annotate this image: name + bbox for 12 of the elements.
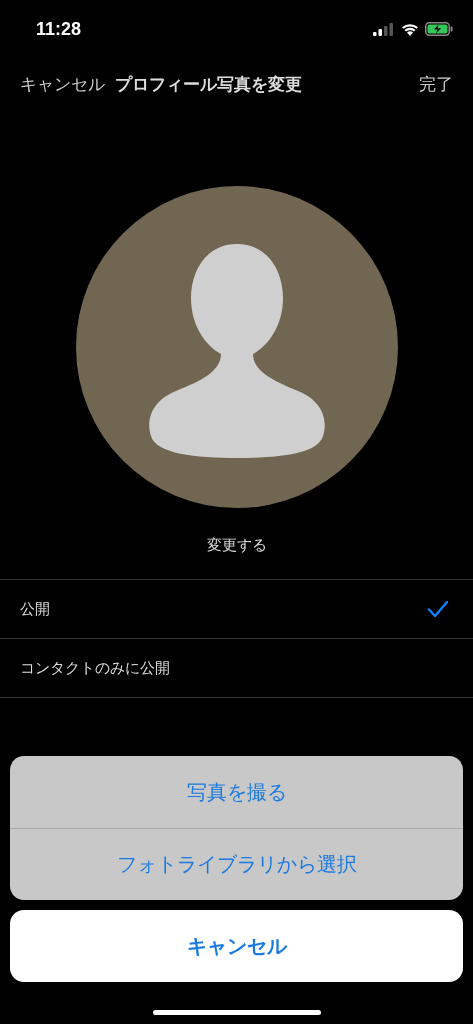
visibility-option[interactable]: 公開 [0, 580, 473, 639]
screen-title: プロフィール写真を変更 [115, 72, 303, 96]
option-label: コンタクトのみに公開 [20, 658, 170, 678]
visibility-option[interactable]: コンタクトのみに公開 [0, 639, 473, 698]
wifi-icon [401, 22, 419, 36]
done-button[interactable]: 完了 [419, 72, 453, 96]
sheet-cancel-button[interactable]: キャンセル [10, 910, 463, 982]
signal-icon [373, 22, 395, 36]
cancel-button[interactable]: キャンセル [20, 72, 105, 96]
option-label: 公開 [20, 599, 50, 619]
status-time: 11:28 [36, 18, 82, 40]
change-photo-link[interactable]: 変更する [206, 536, 267, 555]
